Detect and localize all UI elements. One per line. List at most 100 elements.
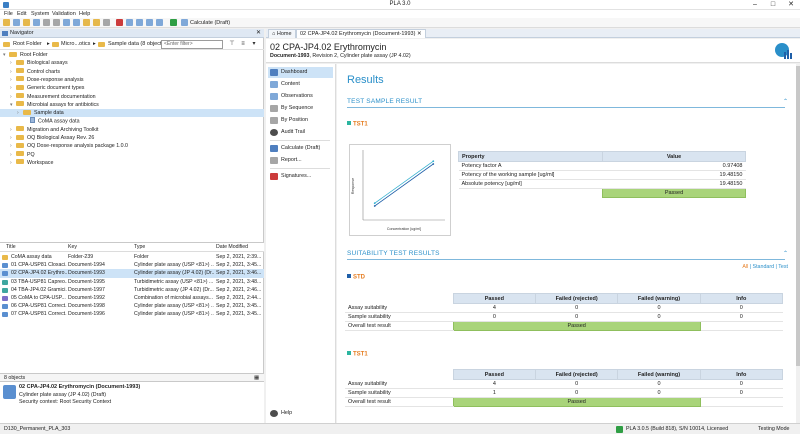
tab-document[interactable]: 02 CPA-JP4.02 Erythromycin (Document-199… [296,29,426,38]
cell-key: Document-1995 [68,278,105,285]
minimize-icon[interactable]: – [746,0,764,10]
tree-node[interactable]: › Generic document types [0,84,264,92]
sort-icon[interactable]: ≡ [239,41,247,48]
open-icon[interactable] [23,19,30,26]
view-options-icon[interactable]: ▾ [250,41,258,48]
nav-calculate[interactable]: Calculate (Draft) [268,143,333,154]
tree-node[interactable]: › OQ Biological Assay Rev. 26 [0,134,264,142]
dose-response-chart[interactable]: Concentration [ug/ml] Response [349,144,451,236]
nav-help[interactable]: Help [268,408,333,419]
tree-node[interactable]: › Control charts [0,68,264,76]
tree-node[interactable]: › PQ [0,151,264,159]
crumb-root[interactable]: Root Folder [13,41,42,48]
table-row[interactable]: 03 TBA-USP81 Capreo... Document-1995 Turbi… [0,278,264,286]
col-type[interactable]: Type [134,243,145,252]
tree-node[interactable]: ▾ Root Folder [0,51,264,59]
table-row[interactable]: 07 CPA-USP81 Correct... Document-1996 Cyli… [0,310,264,318]
table-row[interactable]: 02 CPA-JP4.02 Erythro... Document-1993 Cyl… [0,269,264,278]
save-icon[interactable] [33,19,40,26]
navigator-close-icon[interactable]: ✕ [256,29,261,37]
cell-key: Document-1992 [68,295,105,301]
calculate-icon[interactable] [181,19,188,26]
nav-dashboard[interactable]: Dashboard [268,67,333,78]
cell-type: Folder [134,254,149,260]
chart-frame [349,144,451,236]
crumb-sample-data[interactable]: Sample data (8 objects) [108,41,166,48]
export-icon[interactable] [156,19,163,26]
tree-node[interactable]: › Workspace [0,159,264,167]
menu-validation[interactable]: Validation [52,10,76,18]
filter-icon[interactable]: ⊤ [228,41,236,48]
table-row[interactable]: 04 TBA-JP4.02 Gramici... Document-1997 Tur… [0,286,264,294]
new-document-icon[interactable] [13,19,20,26]
close-icon[interactable]: ✕ [782,0,800,10]
nav-report[interactable]: Report... [268,155,333,166]
crumb-microbial[interactable]: Micro...otics [61,41,90,48]
title-bar: PLA 3.0 – □ ✕ [0,0,800,10]
calculate-draft-button[interactable]: Calculate (Draft) [190,19,230,27]
suit-rejected: 0 [535,312,618,322]
collapse-icon[interactable]: ⌃ [783,250,788,257]
table-row[interactable]: CoMA assay data Folder-239 Folder Sep 2, 20… [0,253,264,261]
print-icon[interactable] [103,19,110,26]
nav-content[interactable]: Content [268,79,333,90]
cell-type: Turbidimetric assay (JP 4.02) (Dr... [134,286,214,293]
col-key[interactable]: Key [68,243,77,252]
document-icon [2,296,8,301]
paste-icon[interactable] [53,19,60,26]
col-date[interactable]: Date Modified [216,243,248,252]
menu-file[interactable]: File [4,10,13,18]
navigator-panel: Navigator ✕ Root Folder ▸ Micro...otics … [0,29,264,423]
move-icon[interactable] [83,19,90,26]
nav-signatures-label: Signatures... [281,173,312,179]
nav-by-position[interactable]: By Position [268,115,333,126]
scrollbar-thumb[interactable] [796,66,800,366]
filter-all[interactable]: All [742,264,748,270]
refresh-icon[interactable] [170,19,177,26]
table-row[interactable]: 01 CPA-USP81 Cloxaci... Document-1994 Cyli… [0,261,264,269]
nav-observations[interactable]: Observations [268,91,333,102]
undo-icon[interactable] [63,19,70,26]
status-bar: D130_Permanent_PLA_303 PLA 3.0.5 (Build … [0,423,800,434]
sign-icon[interactable] [146,19,153,26]
results-content: Results TEST SAMPLE RESULT ⌃ TST1 Concen… [337,64,796,423]
properties-icon[interactable] [126,19,133,26]
tab-home[interactable]: ⌂ Home [268,29,296,38]
redo-icon[interactable] [73,19,80,26]
copy-icon[interactable] [43,19,50,26]
col-title[interactable]: Title [6,243,16,252]
assay-logo-icon [775,43,792,59]
menu-help[interactable]: Help [79,10,90,18]
folder-tree: ▾ Root Folder › Biological assays › Control c… [0,51,264,221]
vertical-scrollbar[interactable] [796,64,800,423]
suit-name: Sample suitability [345,388,454,398]
maximize-icon[interactable]: □ [764,0,782,10]
nav-by-sequence[interactable]: By Sequence [268,103,333,114]
collapse-icon[interactable]: ⌃ [783,98,788,105]
table-row[interactable]: 05 CoMA to CPA-USP... Document-1992 Combin… [0,294,264,302]
tree-node[interactable]: CoMA assay data [0,117,264,125]
suit-rejected: 0 [535,303,618,313]
new-folder-icon[interactable] [3,19,10,26]
delete-icon[interactable] [116,19,123,26]
menu-system[interactable]: System [31,10,49,18]
cell-type: Turbidimetric assay (USP <81>) ... [134,278,214,285]
edit-icon[interactable] [93,19,100,26]
overall-spacer [700,397,783,407]
filter-input[interactable]: <Enter filter> [161,40,223,49]
tree-node[interactable]: ▾ Microbial assays for antibiotics [0,101,264,109]
tree-node[interactable]: › Migration and Archiving Toolkit [0,126,264,134]
tree-node[interactable]: › Dose-response analysis [0,76,264,84]
filter-standard[interactable]: Standard [753,264,775,270]
nav-signatures[interactable]: Signatures... [268,171,333,182]
nav-audit-trail[interactable]: Audit Trail [268,127,333,138]
table-row[interactable]: 06 CPA-USP81 Correct... Document-1998 Cyli… [0,302,264,310]
tree-node[interactable]: › Sample data [0,109,264,118]
tree-node[interactable]: › Measurement documentation [0,93,264,101]
menu-edit[interactable]: Edit [17,10,26,18]
tree-node[interactable]: › OQ Dose-response analysis package 1.0.0 [0,142,264,150]
filter-test[interactable]: Test [778,264,788,270]
info-icon[interactable]: ▦ [254,374,259,382]
tree-node[interactable]: › Biological assays [0,59,264,67]
lock-icon[interactable] [136,19,143,26]
